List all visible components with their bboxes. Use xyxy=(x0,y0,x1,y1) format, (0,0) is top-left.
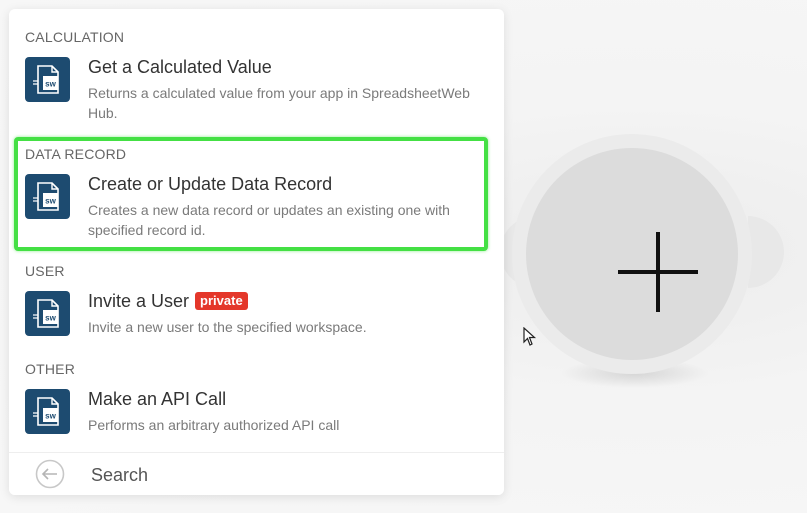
bubble-connector-right[interactable] xyxy=(748,216,784,288)
module-item-invite-a-user[interactable]: sw Invite a User private Invite a new use… xyxy=(25,291,488,341)
search-button[interactable]: Search xyxy=(91,465,148,486)
section-label-user: USER xyxy=(25,263,65,279)
search-footer: Search xyxy=(9,452,504,495)
section-label-data-record: DATA RECORD xyxy=(25,146,127,162)
module-description: Returns a calculated value from your app… xyxy=(88,85,470,121)
module-description: Invite a new user to the specified works… xyxy=(88,319,367,335)
module-picker-panel: CALCULATION sw Get a Calculated Value Re… xyxy=(9,9,504,495)
spreadsheetweb-icon: sw xyxy=(25,291,70,336)
svg-text:sw: sw xyxy=(45,80,56,89)
back-arrow-icon[interactable] xyxy=(35,459,65,489)
add-module-button[interactable] xyxy=(526,148,738,360)
module-title: Create or Update Data Record xyxy=(88,174,333,194)
svg-text:sw: sw xyxy=(45,412,56,421)
spreadsheetweb-icon: sw xyxy=(25,57,70,102)
svg-text:sw: sw xyxy=(45,314,56,323)
mouse-cursor-icon xyxy=(523,327,537,346)
spreadsheetweb-icon: sw xyxy=(25,389,70,434)
section-label-calculation: CALCULATION xyxy=(25,29,125,45)
module-title: Make an API Call xyxy=(88,389,227,409)
module-title: Invite a User private xyxy=(88,291,248,312)
spreadsheetweb-icon: sw xyxy=(25,174,70,219)
private-badge: private xyxy=(195,292,248,310)
module-description: Performs an arbitrary authorized API cal… xyxy=(88,417,340,433)
module-title: Get a Calculated Value xyxy=(88,57,272,77)
svg-text:sw: sw xyxy=(45,197,56,206)
module-item-create-or-update-data-record[interactable]: sw Create or Update Data Record Creates … xyxy=(25,174,488,244)
module-item-make-an-api-call[interactable]: sw Make an API Call Performs an arbitrar… xyxy=(25,389,488,439)
plus-icon xyxy=(618,232,698,312)
section-label-other: OTHER xyxy=(25,361,75,377)
module-title-text: Invite a User xyxy=(88,291,190,311)
add-module-bubble[interactable] xyxy=(500,130,800,390)
module-description: Creates a new data record or updates an … xyxy=(88,202,450,238)
module-item-get-calculated-value[interactable]: sw Get a Calculated Value Returns a calc… xyxy=(25,57,488,127)
